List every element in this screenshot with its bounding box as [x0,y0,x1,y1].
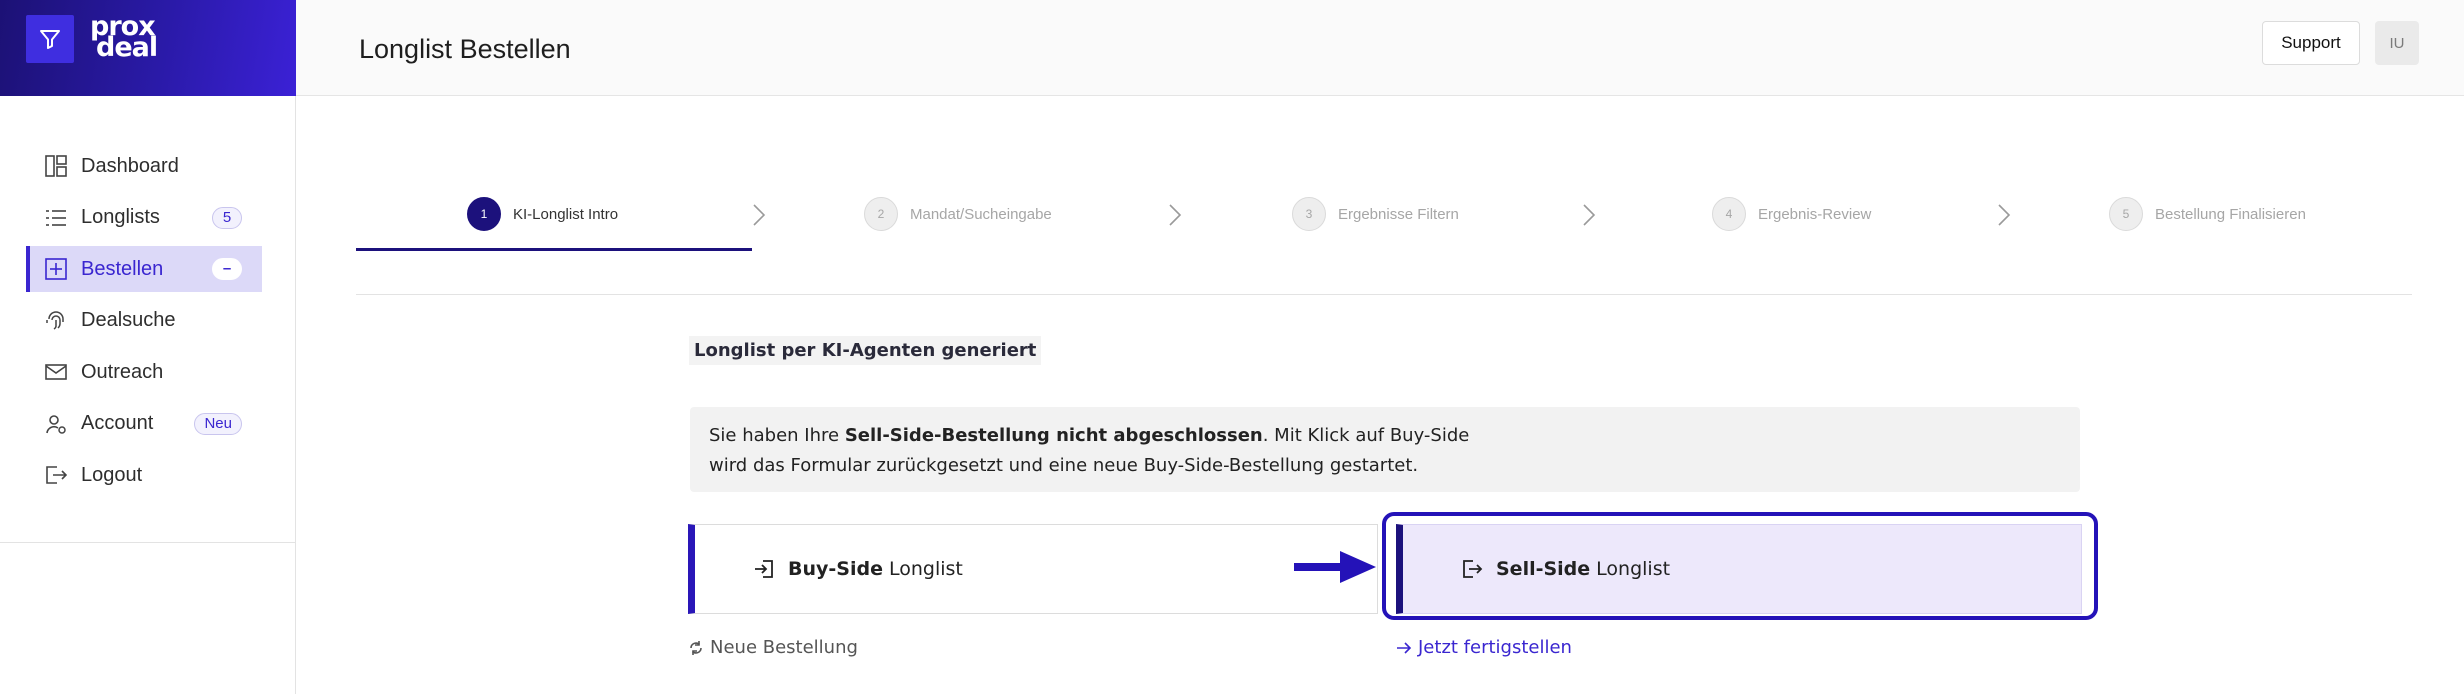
step-label: KI-Longlist Intro [513,205,619,223]
count-badge: 5 [212,206,242,229]
buy-side-option[interactable]: Buy-Side Longlist [688,524,1378,614]
brand-logo[interactable]: prox deal [90,13,158,63]
chevron-right-icon [1998,204,2011,226]
login-icon [753,558,775,580]
step-number: 2 [864,197,898,231]
chevron-right-icon [753,204,766,226]
logo-line-2: deal [96,32,158,63]
sidebar: prox deal Dashboard Longlists 5 Bestelle… [0,0,296,694]
sidebar-item-label: Outreach [81,360,164,383]
avatar[interactable]: IU [2375,21,2419,65]
warning-notice: Sie haben Ihre Sell-Side-Bestellung nich… [690,407,2080,492]
mail-icon [45,361,67,383]
brand-header: prox deal [0,0,296,96]
sell-side-option[interactable]: Sell-Side Longlist [1396,524,2082,614]
filter-logo-icon[interactable] [26,15,74,63]
arrow-right-icon [1396,640,1412,656]
notice-text-pre: Sie haben Ihre [709,425,845,446]
step-number: 5 [2109,197,2143,231]
new-badge: Neu [194,412,242,435]
step-number: 3 [1292,197,1326,231]
sell-side-label: Longlist [1596,558,1671,580]
sidebar-divider [0,542,296,543]
progress-stepper: 1 KI-Longlist Intro 2 Mandat/Sucheingabe… [356,186,2412,294]
step-1[interactable]: 1 KI-Longlist Intro [467,196,618,232]
sidebar-item-bestellen[interactable]: Bestellen – [26,246,262,292]
step-label: Mandat/Sucheingabe [910,205,1052,223]
logout-icon [45,464,67,486]
sidebar-item-account[interactable]: Account Neu [26,401,262,447]
step-label: Ergebnisse Filtern [1338,205,1459,223]
fingerprint-icon [45,310,67,332]
sidebar-item-logout[interactable]: Logout [26,452,262,498]
sidebar-item-label: Dashboard [81,154,179,177]
step-2[interactable]: 2 Mandat/Sucheingabe [864,196,1052,232]
refresh-icon [688,640,704,656]
sidebar-item-dashboard[interactable]: Dashboard [26,143,262,189]
chevron-right-icon [1583,204,1596,226]
finish-link[interactable]: Jetzt fertigstellen [1396,637,1572,658]
sidebar-item-label: Account [81,412,154,434]
step-4[interactable]: 4 Ergebnis-Review [1712,196,1871,232]
sidebar-item-longlists[interactable]: Longlists 5 [26,195,262,241]
active-step-indicator [356,248,752,251]
sidebar-nav: Dashboard Longlists 5 Bestellen – Dealsu… [26,143,262,504]
plus-square-icon [45,258,67,280]
step-label: Ergebnis-Review [1758,205,1872,223]
step-number: 4 [1712,197,1746,231]
logout-icon [1461,558,1483,580]
support-button[interactable]: Support [2262,21,2360,65]
sidebar-item-label: Logout [81,463,143,486]
status-badge: – [212,258,242,280]
sidebar-item-label: Dealsuche [81,309,176,331]
step-label: Bestellung Finalisieren [2155,205,2306,223]
top-header: Longlist Bestellen Support IU [296,0,2464,96]
page-title: Longlist Bestellen [359,34,571,64]
sidebar-item-dealsuche[interactable]: Dealsuche [26,298,262,344]
step-3[interactable]: 3 Ergebnisse Filtern [1292,196,1459,232]
section-label: Longlist per KI-Agenten generiert [689,336,1042,365]
list-icon [45,207,67,229]
dashboard-icon [45,155,67,177]
step-5[interactable]: 5 Bestellung Finalisieren [2109,196,2306,232]
new-order-label: Neue Bestellung [710,637,858,658]
sidebar-item-label: Bestellen [81,257,164,280]
new-order-link[interactable]: Neue Bestellung [688,637,858,658]
sell-side-label-bold: Sell-Side [1496,558,1591,580]
chevron-right-icon [1169,204,1182,226]
buy-side-label-bold: Buy-Side [788,558,883,580]
sidebar-item-label: Longlists [81,206,160,228]
notice-text-post2: wird das Formular zurückgesetzt und eine… [709,455,1419,476]
buy-side-label: Longlist [888,558,963,580]
arrow-right-icon [1294,551,1376,583]
user-gear-icon [45,413,67,435]
step-number: 1 [467,197,501,231]
notice-text-bold: Sell-Side-Bestellung nicht abgeschlossen [844,425,1263,446]
stepper-divider [356,294,2412,295]
sidebar-item-outreach[interactable]: Outreach [26,349,262,395]
finish-label: Jetzt fertigstellen [1418,637,1572,658]
notice-text-post1: . Mit Klick auf Buy-Side [1262,425,1470,446]
